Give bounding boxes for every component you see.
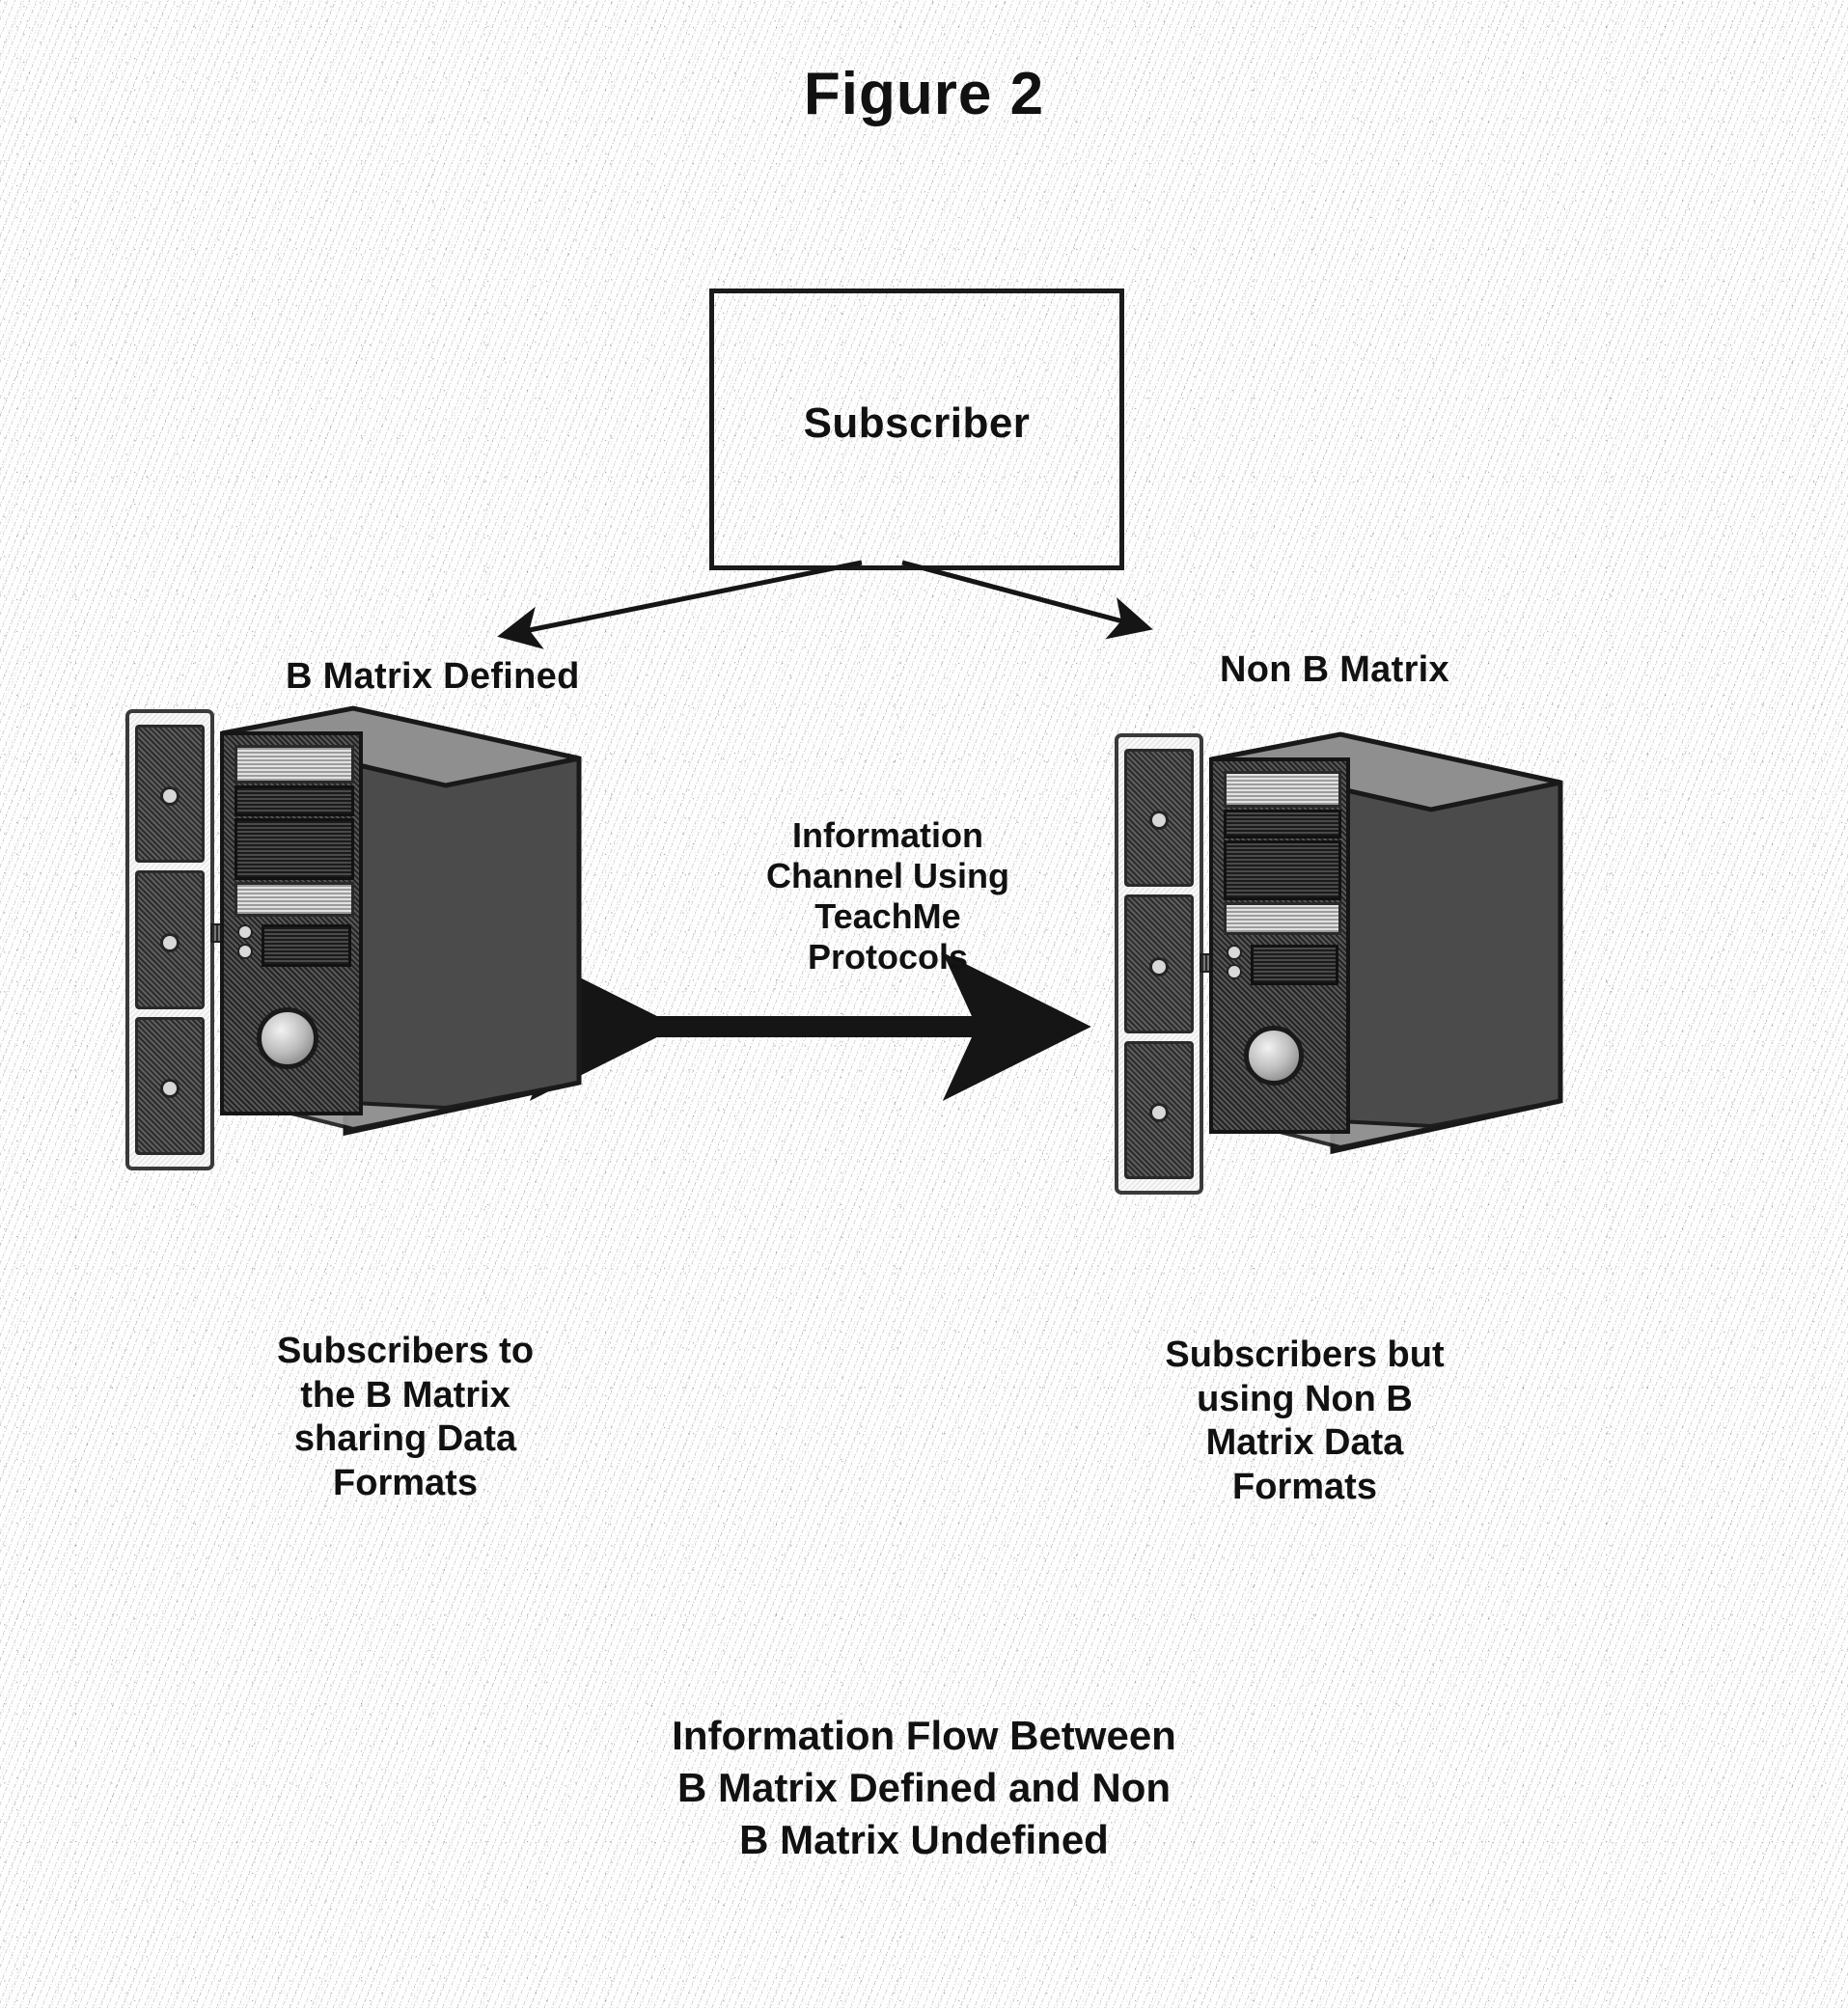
- drive-bay-slot: [234, 818, 354, 880]
- subscriber-label: Subscriber: [803, 399, 1031, 447]
- floppy-drive-slot: [234, 882, 354, 917]
- caption-left-line-4: Formats: [333, 1462, 478, 1503]
- optical-drive-slot: [1224, 771, 1341, 808]
- drive-led-icon: [163, 935, 177, 949]
- computer-tower-right: [1207, 729, 1566, 1157]
- channel-line-2: Channel Using: [765, 856, 1010, 896]
- caption-left-line-2: the B Matrix: [300, 1374, 510, 1416]
- arrow-subscriber-to-left: [497, 560, 863, 649]
- node-header-left: B Matrix Defined: [286, 656, 580, 697]
- drive-bay-2: [1124, 894, 1194, 1033]
- caption-right-line-3: Matrix Data: [1205, 1422, 1404, 1464]
- drive-bay-1: [135, 725, 205, 864]
- indicator-dot-icon: [1227, 964, 1242, 979]
- drive-led-icon: [1152, 1106, 1166, 1120]
- floppy-drive-slot: [1224, 902, 1341, 935]
- caption-right-line-4: Formats: [1232, 1466, 1377, 1507]
- computer-tower-left: [218, 704, 585, 1139]
- tower-front-panel: [220, 731, 363, 1115]
- drive-bay-slot: [1224, 810, 1341, 839]
- drive-bay-2: [135, 870, 205, 1009]
- figure-title: Figure 2: [803, 61, 1045, 127]
- channel-line-4: Protocols: [807, 937, 969, 977]
- drive-bay-slot: [1224, 840, 1341, 900]
- drive-bay-1: [1124, 749, 1194, 888]
- caption-right-line-2: using Non B: [1197, 1378, 1413, 1419]
- drive-bay-3: [135, 1016, 205, 1155]
- caption-left-line-1: Subscribers to: [276, 1331, 535, 1371]
- drive-bay-3: [1124, 1040, 1194, 1179]
- drive-rack-left: [125, 709, 214, 1170]
- indicator-dot-icon: [237, 944, 253, 959]
- bottom-caption-line-3: B Matrix Undefined: [739, 1816, 1109, 1862]
- subscriber-box: Subscriber: [709, 289, 1124, 570]
- caption-right: Subscribers but using Non B Matrix Data …: [1112, 1334, 1498, 1509]
- io-panel: [262, 924, 351, 967]
- caption-right-line-1: Subscribers but: [1165, 1334, 1445, 1375]
- drive-led-icon: [1152, 813, 1166, 828]
- caption-left: Subscribers to the B Matrix sharing Data…: [203, 1330, 608, 1505]
- information-channel-label: Information Channel Using TeachMe Protoc…: [666, 815, 1110, 977]
- power-button-icon: [1244, 1026, 1304, 1086]
- tower-front-panel: [1209, 757, 1350, 1134]
- figure-bottom-caption: Information Flow Between B Matrix Define…: [0, 1710, 1848, 1865]
- drive-led-icon: [1152, 959, 1166, 974]
- optical-drive-slot: [234, 745, 354, 784]
- drive-led-icon: [163, 1082, 177, 1096]
- io-panel: [1250, 945, 1339, 985]
- drive-led-icon: [163, 789, 177, 804]
- caption-left-line-3: sharing Data: [293, 1418, 517, 1460]
- bottom-caption-line-2: B Matrix Defined and Non: [676, 1764, 1172, 1810]
- indicator-dot-icon: [237, 924, 253, 940]
- arrow-subscriber-to-right: [901, 560, 1153, 640]
- bottom-caption-line-1: Information Flow Between: [672, 1713, 1176, 1758]
- power-button-icon: [257, 1007, 318, 1069]
- node-header-right: Non B Matrix: [1220, 649, 1449, 690]
- channel-line-3: TeachMe: [814, 896, 961, 937]
- channel-line-1: Information: [792, 815, 983, 855]
- drive-bay-slot: [234, 785, 354, 816]
- indicator-dot-icon: [1227, 945, 1242, 960]
- drive-rack-right: [1115, 733, 1203, 1195]
